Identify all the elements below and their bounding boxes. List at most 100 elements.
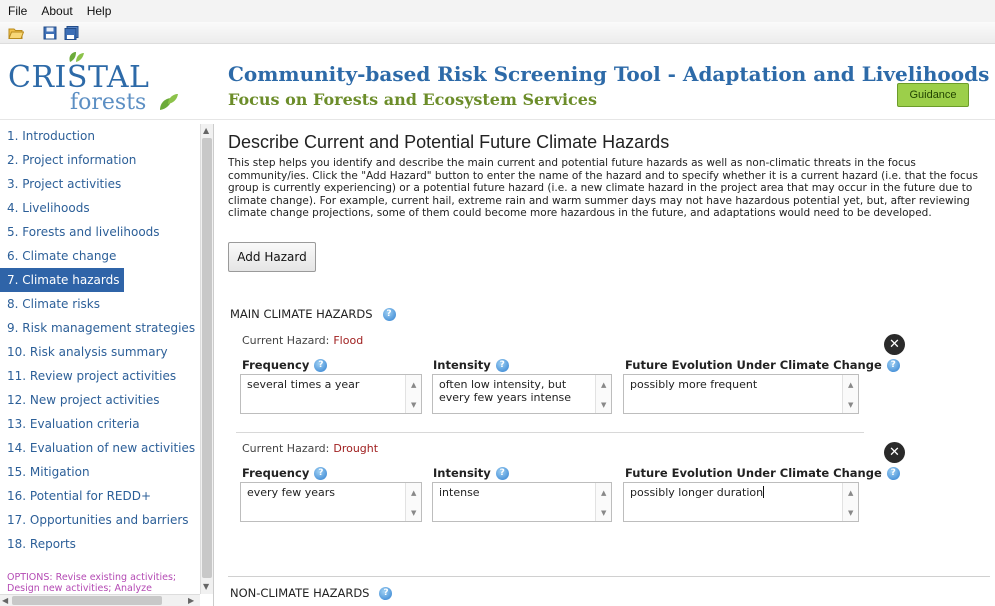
frequency-textarea[interactable]: several times a year ▲ ▼ (240, 374, 422, 414)
section-title: MAIN CLIMATE HAZARDS (230, 307, 373, 321)
sidebar-vertical-scrollbar[interactable]: ▲ ▼ (200, 124, 213, 594)
sidebar-scroll-thumb[interactable] (202, 138, 212, 578)
sidebar-item-climate-change[interactable]: 6. Climate change (0, 244, 200, 268)
info-icon[interactable]: ? (314, 358, 328, 372)
page-description: This step helps you identify and describ… (228, 157, 978, 220)
info-icon[interactable]: ? (495, 466, 509, 480)
sidebar-item-reports[interactable]: 18. Reports (0, 532, 200, 556)
sidebar-item-forests-and-livelihoods[interactable]: 5. Forests and livelihoods (0, 220, 200, 244)
hazard-card: Current Hazard: Drought ✕ Frequency? Inte… (230, 442, 905, 552)
main-content: Describe Current and Potential Future Cl… (216, 124, 995, 606)
scroll-right-arrow-icon[interactable]: ▶ (188, 596, 194, 606)
sidebar-item-mitigation[interactable]: 15. Mitigation (0, 460, 200, 484)
hazard-card: Current Hazard: Flood ✕ Frequency? Intens… (230, 334, 905, 444)
hazard-name: Flood (333, 334, 364, 347)
future-evolution-label: Future Evolution Under Climate Change? (625, 358, 900, 372)
toolbar (0, 22, 995, 44)
menu-bar: File About Help (0, 0, 995, 22)
scroll-left-arrow-icon[interactable]: ◀ (2, 596, 8, 606)
future-evolution-textarea[interactable]: possibly longer duration ▲ ▼ (623, 482, 859, 522)
info-icon[interactable]: ? (886, 466, 900, 480)
textarea-scrollbar[interactable]: ▲ ▼ (405, 483, 421, 521)
current-hazard-caption: Current Hazard: (242, 334, 330, 347)
close-icon[interactable]: ✕ (884, 442, 905, 463)
sidebar-nav: 1. Introduction 2. Project information 3… (0, 124, 200, 556)
intensity-textarea[interactable]: intense ▲ ▼ (432, 482, 612, 522)
future-label-text: Future Evolution Under Climate Change (625, 466, 882, 480)
close-icon[interactable]: ✕ (884, 334, 905, 355)
frequency-label: Frequency? (242, 466, 328, 480)
future-value: possibly more frequent (630, 378, 758, 391)
save-icon[interactable] (42, 25, 58, 41)
current-hazard-label: Current Hazard: Drought (242, 442, 378, 455)
future-evolution-textarea[interactable]: possibly more frequent ▲ ▼ (623, 374, 859, 414)
sidebar-item-introduction[interactable]: 1. Introduction (0, 124, 200, 148)
info-icon[interactable]: ? (495, 358, 509, 372)
cristal-logo: CRISTAL forests (8, 52, 208, 116)
intensity-label-text: Intensity (433, 466, 491, 480)
textarea-scrollbar[interactable]: ▲ ▼ (842, 375, 858, 413)
hazard-divider (236, 432, 864, 433)
leaf-icon (69, 52, 84, 62)
intensity-value: intense (439, 486, 480, 499)
menu-file[interactable]: File (8, 4, 27, 18)
future-label-text: Future Evolution Under Climate Change (625, 358, 882, 372)
frequency-value: several times a year (247, 378, 360, 391)
guidance-button[interactable]: Guidance (897, 83, 969, 107)
info-icon[interactable]: ? (379, 586, 393, 600)
current-hazard-caption: Current Hazard: (242, 442, 330, 455)
info-icon[interactable]: ? (886, 358, 900, 372)
menu-help[interactable]: Help (87, 4, 112, 18)
sidebar-item-climate-hazards[interactable]: 7. Climate hazards (0, 268, 124, 292)
sidebar-item-potential-for-redd[interactable]: 16. Potential for REDD+ (0, 484, 200, 508)
open-folder-icon[interactable] (8, 25, 24, 41)
sidebar-item-climate-risks[interactable]: 8. Climate risks (0, 292, 200, 316)
frequency-label-text: Frequency (242, 466, 310, 480)
sidebar-item-risk-management-strategies[interactable]: 9. Risk management strategies (0, 316, 200, 340)
sidebar-item-project-activities[interactable]: 3. Project activities (0, 172, 200, 196)
add-hazard-button[interactable]: Add Hazard (228, 242, 316, 272)
sidebar-horizontal-scrollbar[interactable]: ◀ ▶ (0, 594, 200, 606)
intensity-label: Intensity? (433, 466, 509, 480)
info-icon[interactable]: ? (382, 307, 396, 321)
non-climate-hazards-header: NON-CLIMATE HAZARDS ? (230, 586, 393, 600)
section-divider (228, 576, 990, 577)
intensity-value: often low intensity, but every few years… (439, 378, 572, 404)
info-icon[interactable]: ? (314, 466, 328, 480)
options-note: OPTIONS: Revise existing activities; Des… (7, 572, 177, 594)
intensity-textarea[interactable]: often low intensity, but every few years… (432, 374, 612, 414)
textarea-scrollbar[interactable]: ▲ ▼ (842, 483, 858, 521)
logo-subtitle: forests (70, 90, 147, 115)
intensity-label-text: Intensity (433, 358, 491, 372)
app-title: Community-based Risk Screening Tool - Ad… (228, 62, 990, 86)
sidebar-item-livelihoods[interactable]: 4. Livelihoods (0, 196, 200, 220)
page-title: Describe Current and Potential Future Cl… (228, 132, 670, 152)
textarea-scrollbar[interactable]: ▲ ▼ (595, 375, 611, 413)
sidebar: 1. Introduction 2. Project information 3… (0, 124, 214, 606)
app-subtitle: Focus on Forests and Ecosystem Services (228, 90, 597, 109)
frequency-value: every few years (247, 486, 335, 499)
sidebar-item-evaluation-criteria[interactable]: 13. Evaluation criteria (0, 412, 200, 436)
scroll-down-arrow-icon[interactable]: ▼ (203, 582, 209, 592)
sidebar-item-risk-analysis-summary[interactable]: 10. Risk analysis summary (0, 340, 200, 364)
menu-about[interactable]: About (41, 4, 72, 18)
sidebar-item-review-project-activities[interactable]: 11. Review project activities (0, 364, 200, 388)
frequency-textarea[interactable]: every few years ▲ ▼ (240, 482, 422, 522)
hazard-name: Drought (333, 442, 379, 455)
sidebar-item-evaluation-of-new-activities[interactable]: 14. Evaluation of new activities (0, 436, 200, 460)
textarea-scrollbar[interactable]: ▲ ▼ (405, 375, 421, 413)
leaf-sprout-icon (160, 94, 178, 110)
intensity-label: Intensity? (433, 358, 509, 372)
sidebar-hscroll-thumb[interactable] (12, 596, 162, 605)
current-hazard-label: Current Hazard: Flood (242, 334, 363, 347)
save-all-icon[interactable] (64, 25, 80, 41)
scroll-up-arrow-icon[interactable]: ▲ (203, 126, 209, 136)
text-cursor (763, 486, 765, 498)
sidebar-item-opportunities-and-barriers[interactable]: 17. Opportunities and barriers (0, 508, 200, 532)
sidebar-item-new-project-activities[interactable]: 12. New project activities (0, 388, 200, 412)
section-title: NON-CLIMATE HAZARDS (230, 586, 370, 600)
sidebar-item-project-information[interactable]: 2. Project information (0, 148, 200, 172)
app-header: CRISTAL forests Community-based Risk Scr… (0, 44, 995, 120)
textarea-scrollbar[interactable]: ▲ ▼ (595, 483, 611, 521)
frequency-label: Frequency? (242, 358, 328, 372)
